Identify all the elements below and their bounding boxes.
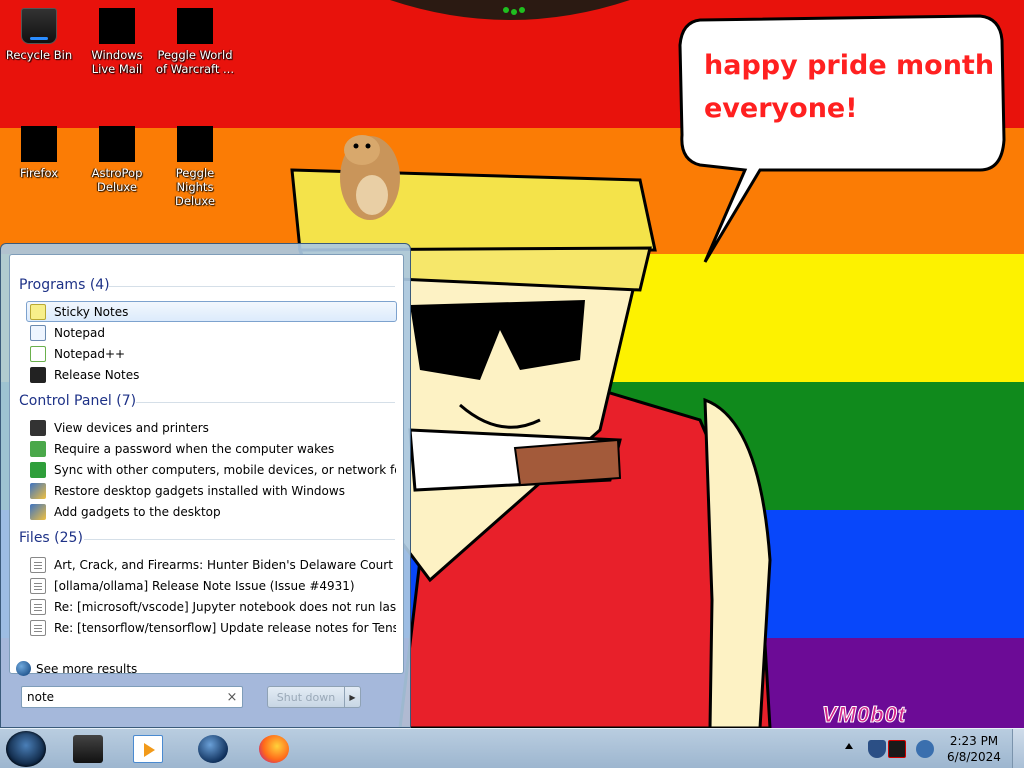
taskbar: 2:23 PM 6/8/2024 (0, 728, 1024, 768)
taskbar-explorer-button[interactable] (62, 732, 114, 766)
result-label: Sticky Notes (54, 304, 129, 319)
desktop-icon-label: Windows Live Mail (91, 48, 143, 76)
astropop-icon (99, 126, 135, 162)
notepadpp-icon (30, 345, 46, 362)
devices-printers-icon (30, 419, 46, 436)
watermark-text: VM0b0t (821, 702, 907, 728)
result-label: Re: [microsoft/vscode] Jupyter notebook … (54, 599, 397, 614)
result-devices-printers[interactable]: View devices and printers (26, 417, 397, 438)
result-label: [ollama/ollama] Release Note Issue (Issu… (54, 578, 355, 593)
result-label: Notepad++ (54, 346, 126, 361)
start-menu: Programs (4) Sticky Notes Notepad Notepa… (0, 243, 411, 728)
shutdown-options-chevron-icon[interactable]: ▶ (344, 687, 360, 707)
result-label: Add gadgets to the desktop (54, 504, 221, 519)
mail-icon (99, 8, 135, 44)
desktop-icon-peggle-nights[interactable]: Peggle Nights Deluxe (156, 126, 234, 208)
document-icon (30, 577, 46, 594)
notepad-icon (30, 324, 46, 341)
clear-search-icon[interactable]: × (222, 690, 242, 705)
sticky-notes-icon (30, 303, 46, 320)
speech-bubble-text: happy pride month everyone! (704, 50, 995, 124)
peggle-icon (177, 8, 213, 44)
result-notepadpp[interactable]: Notepad++ (26, 343, 397, 364)
result-label: View devices and printers (54, 420, 209, 435)
clock-date: 6/8/2024 (947, 750, 1001, 764)
peggle-nights-icon (177, 126, 213, 162)
result-add-gadgets[interactable]: Add gadgets to the desktop (26, 501, 397, 522)
result-label: Re: [tensorflow/tensorflow] Update relea… (54, 620, 396, 635)
result-file[interactable]: Re: [tensorflow/tensorflow] Update relea… (26, 617, 397, 638)
desktop-icon-label: Peggle World of Warcraft ... (156, 48, 234, 76)
start-search-box[interactable]: note × (21, 686, 243, 708)
desktop-icon-label: Recycle Bin (5, 48, 73, 62)
document-icon (30, 619, 46, 636)
globe-icon (16, 661, 31, 676)
search-input[interactable]: note (27, 690, 222, 704)
shutdown-button[interactable]: Shut down ▶ (267, 686, 361, 708)
monitor-icon[interactable] (888, 740, 906, 758)
start-button[interactable] (6, 731, 46, 767)
result-label: Restore desktop gadgets installed with W… (54, 483, 345, 498)
category-files[interactable]: Files (25) (19, 530, 83, 546)
result-restore-gadgets[interactable]: Restore desktop gadgets installed with W… (26, 480, 397, 501)
search-results-panel: Programs (4) Sticky Notes Notepad Notepa… (9, 254, 404, 676)
result-sync-center[interactable]: Sync with other computers, mobile device… (26, 459, 397, 480)
gadgets-icon (30, 482, 46, 499)
result-label: Art, Crack, and Firearms: Hunter Biden's… (54, 557, 396, 572)
desktop-icon-recycle-bin[interactable]: Recycle Bin (0, 8, 78, 62)
system-clock[interactable]: 2:23 PM 6/8/2024 (938, 733, 1010, 765)
sync-center-icon (30, 461, 46, 478)
desktop-icon-label: Peggle Nights Deluxe (175, 166, 215, 208)
globe-icon (198, 735, 228, 763)
firefox-icon (259, 735, 289, 763)
explorer-icon (73, 735, 103, 763)
taskbar-browser-button[interactable] (187, 732, 239, 766)
desktop-icon-peggle-wow[interactable]: Peggle World of Warcraft ... (156, 8, 234, 76)
show-hidden-icons-arrow-icon[interactable] (845, 743, 853, 749)
desktop-icon-windows-live-mail[interactable]: Windows Live Mail (78, 8, 156, 76)
result-password-wake[interactable]: Require a password when the computer wak… (26, 438, 397, 459)
divider (108, 286, 395, 287)
result-label: Notepad (54, 325, 105, 340)
network-icon[interactable] (916, 740, 934, 758)
result-label: Release Notes (54, 367, 140, 382)
document-icon (30, 556, 46, 573)
desktop-icon-firefox[interactable]: Firefox (0, 126, 78, 180)
show-desktop-button[interactable] (1012, 729, 1024, 768)
taskbar-media-player-button[interactable] (122, 732, 174, 766)
security-shield-icon[interactable] (868, 740, 886, 758)
release-notes-icon (30, 366, 46, 383)
clock-time: 2:23 PM (949, 734, 999, 748)
result-release-notes[interactable]: Release Notes (26, 364, 397, 385)
result-notepad[interactable]: Notepad (26, 322, 397, 343)
gadgets-icon (30, 503, 46, 520)
divider (84, 539, 395, 540)
media-player-icon (133, 735, 163, 763)
result-file[interactable]: Re: [microsoft/vscode] Jupyter notebook … (26, 596, 397, 617)
result-file[interactable]: [ollama/ollama] Release Note Issue (Issu… (26, 575, 397, 596)
desktop-icon-label: Firefox (19, 166, 59, 180)
desktop-icon-astropop[interactable]: AstroPop Deluxe (78, 126, 156, 194)
recycle-bin-icon (21, 8, 57, 44)
shutdown-label: Shut down (276, 690, 336, 704)
result-label: Sync with other computers, mobile device… (54, 462, 397, 477)
category-control-panel[interactable]: Control Panel (7) (19, 393, 136, 409)
taskbar-firefox-button[interactable] (248, 732, 300, 766)
document-icon (30, 598, 46, 615)
power-options-icon (30, 440, 46, 457)
result-label: Require a password when the computer wak… (54, 441, 335, 456)
category-programs[interactable]: Programs (4) (19, 277, 110, 293)
see-more-results-link[interactable]: See more results (16, 661, 137, 676)
desktop-icon-label: AstroPop Deluxe (91, 166, 143, 194)
result-file[interactable]: Art, Crack, and Firearms: Hunter Biden's… (26, 554, 397, 575)
firefox-icon (21, 126, 57, 162)
result-sticky-notes[interactable]: Sticky Notes (26, 301, 397, 322)
divider (136, 402, 395, 403)
see-more-label: See more results (36, 661, 138, 676)
